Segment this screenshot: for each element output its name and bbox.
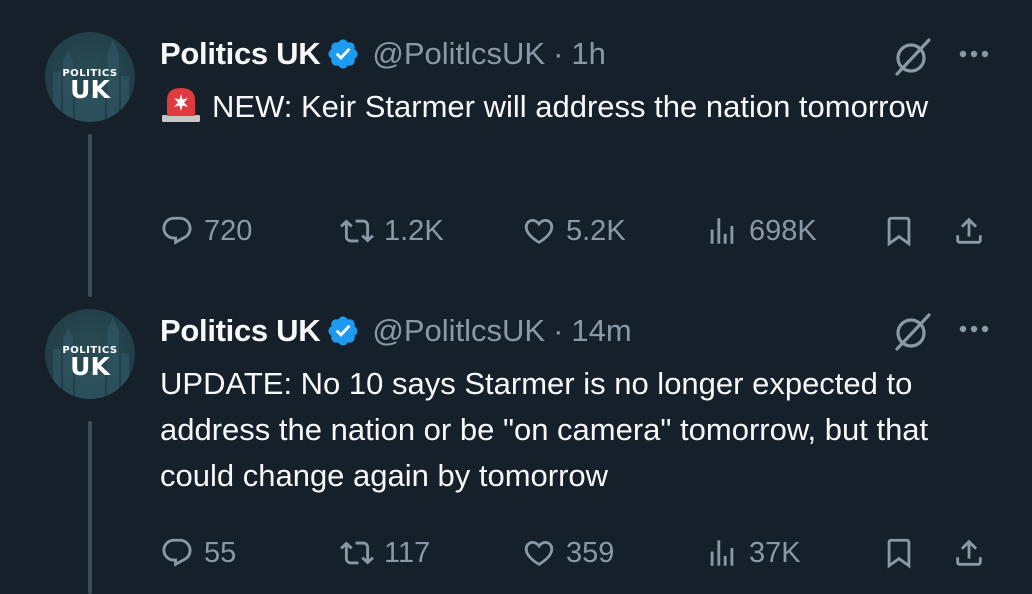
bookmark-icon: [887, 538, 911, 569]
author-name[interactable]: Politics UK: [160, 313, 321, 349]
avatar[interactable]: POLITICS UK: [45, 32, 135, 122]
reply-count: 720: [204, 214, 253, 247]
reply-count: 55: [204, 536, 237, 569]
avatar[interactable]: POLITICS UK: [45, 309, 135, 399]
views-icon: [710, 540, 734, 566]
separator-dot: ·: [553, 36, 564, 71]
share-icon: [956, 217, 982, 244]
police-siren-icon: [162, 88, 200, 122]
author-name[interactable]: Politics UK: [160, 36, 321, 72]
reply-button[interactable]: 720: [160, 206, 252, 256]
tweet[interactable]: POLITICS UK Politics UK @PolitlcsUK · 1h…: [0, 0, 1032, 297]
views-icon: [710, 218, 734, 244]
grok-icon[interactable]: [891, 309, 935, 353]
tweet-text: UPDATE: No 10 says Starmer is no longer …: [160, 361, 1000, 499]
verified-badge-icon[interactable]: [326, 37, 360, 71]
reply-icon: [162, 216, 192, 245]
tweet[interactable]: POLITICS UK Politics UK @PolitlcsUK · 14…: [0, 297, 1032, 594]
grok-icon[interactable]: [891, 34, 935, 78]
views-button[interactable]: 37K: [705, 528, 801, 578]
views-count: 37K: [749, 536, 801, 569]
action-bar: 720 1.2K 5.2K 698K: [160, 206, 1000, 256]
verified-badge-icon[interactable]: [326, 314, 360, 348]
separator-dot: ·: [553, 313, 564, 348]
thread-connector-line: [88, 134, 92, 297]
avatar-text-bottom: UK: [70, 75, 110, 104]
bookmark-button[interactable]: [882, 528, 916, 578]
more-icon[interactable]: [952, 32, 996, 76]
tweet-body: UPDATE: No 10 says Starmer is no longer …: [160, 366, 929, 493]
bookmark-button[interactable]: [882, 206, 916, 256]
like-button[interactable]: 5.2K: [522, 206, 626, 256]
repost-count: 1.2K: [384, 214, 444, 247]
share-icon: [956, 539, 982, 566]
more-icon[interactable]: [952, 307, 996, 351]
like-icon: [524, 540, 554, 566]
like-button[interactable]: 359: [522, 528, 614, 578]
thread-connector-line: [88, 421, 92, 594]
share-button[interactable]: [952, 206, 986, 256]
tweet-text: NEW: Keir Starmer will address the natio…: [160, 84, 1000, 130]
reply-icon: [162, 538, 192, 567]
like-icon: [524, 218, 554, 244]
tweet-header: Politics UK @PolitlcsUK · 1h: [160, 32, 606, 76]
tweet-body: NEW: Keir Starmer will address the natio…: [212, 89, 929, 124]
repost-count: 117: [384, 536, 431, 569]
repost-button[interactable]: 1.2K: [340, 206, 444, 256]
views-button[interactable]: 698K: [705, 206, 817, 256]
repost-icon: [340, 219, 374, 243]
tweet-header: Politics UK @PolitlcsUK · 14m: [160, 309, 632, 353]
author-handle[interactable]: @PolitlcsUK: [372, 313, 545, 349]
bookmark-icon: [887, 216, 911, 247]
share-button[interactable]: [952, 528, 986, 578]
like-count: 359: [566, 536, 615, 569]
action-bar: 55 117 359 37K: [160, 528, 1000, 578]
repost-icon: [340, 541, 374, 565]
avatar-text-bottom: UK: [70, 352, 110, 381]
reply-button[interactable]: 55: [160, 528, 236, 578]
timestamp[interactable]: 14m: [571, 313, 631, 349]
timestamp[interactable]: 1h: [571, 36, 605, 72]
repost-button[interactable]: 117: [340, 528, 430, 578]
like-count: 5.2K: [566, 214, 626, 247]
views-count: 698K: [749, 214, 817, 247]
author-handle[interactable]: @PolitlcsUK: [372, 36, 545, 72]
